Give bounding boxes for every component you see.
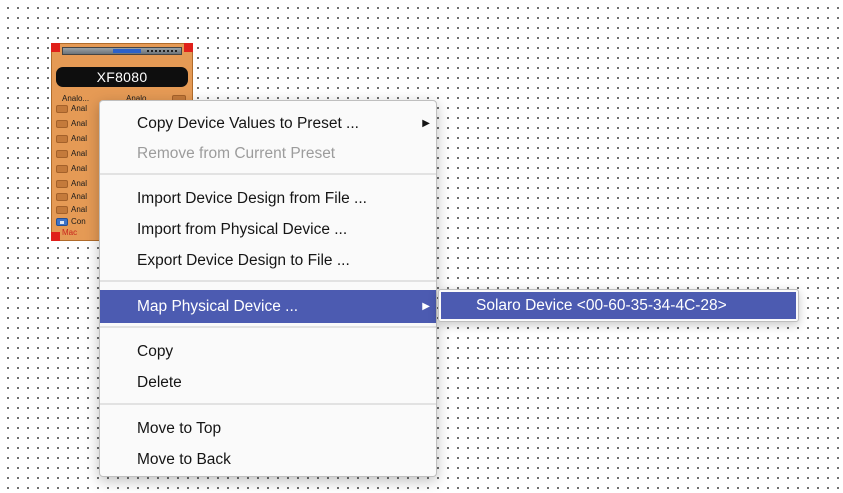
menu-separator xyxy=(100,173,436,175)
menu-item-import-from-physical[interactable]: Import from Physical Device ... xyxy=(100,215,436,245)
menu-item-export-to-file[interactable]: Export Device Design to File ... xyxy=(100,246,436,276)
input-port[interactable]: Anal xyxy=(56,119,87,128)
menu-item-map-physical-device[interactable]: Map Physical Device ... ▶ xyxy=(100,290,436,323)
device-thumbnail xyxy=(62,47,182,55)
control-port-icon xyxy=(56,217,68,226)
port-connector-icon xyxy=(56,119,68,128)
input-port[interactable]: Anal xyxy=(56,179,87,188)
menu-item-label: Move to Back xyxy=(137,451,231,468)
menu-item-remove-from-preset: Remove from Current Preset xyxy=(100,139,436,169)
port-connector-icon xyxy=(56,179,68,188)
menu-item-copy-to-preset[interactable]: Copy Device Values to Preset ... ▶ xyxy=(100,109,436,139)
port-label: Anal xyxy=(71,179,88,188)
port-connector-icon xyxy=(56,192,68,201)
port-label: Anal xyxy=(71,149,88,158)
menu-item-label: Export Device Design to File ... xyxy=(137,252,350,269)
port-connector-icon xyxy=(56,134,68,143)
input-port[interactable]: Anal xyxy=(56,205,87,214)
submenu-item-solaro-device[interactable]: Solaro Device <00-60-35-34-4C-28> xyxy=(441,292,796,319)
port-label: Anal xyxy=(71,104,88,113)
menu-item-delete[interactable]: Delete xyxy=(100,368,436,398)
port-connector-icon xyxy=(56,149,68,158)
device-thumbnail-display xyxy=(113,49,141,53)
port-label: Anal xyxy=(71,205,88,214)
menu-separator xyxy=(100,280,436,282)
menu-item-label: Import from Physical Device ... xyxy=(137,221,348,238)
port-label: Con xyxy=(71,217,86,226)
menu-item-import-from-file[interactable]: Import Device Design from File ... xyxy=(100,184,436,214)
port-label: Anal xyxy=(71,134,88,143)
device-name-label: XF8080 xyxy=(56,67,188,87)
top-port-1[interactable]: Analo... xyxy=(62,94,89,103)
port-connector-icon xyxy=(56,205,68,214)
menu-item-move-to-back[interactable]: Move to Back xyxy=(100,445,436,475)
input-port[interactable]: Anal xyxy=(56,192,87,201)
menu-item-move-to-top[interactable]: Move to Top xyxy=(100,414,436,444)
map-physical-device-submenu: Solaro Device <00-60-35-34-4C-28> xyxy=(438,289,799,322)
menu-item-label: Remove from Current Preset xyxy=(137,145,336,162)
context-menu: Copy Device Values to Preset ... ▶ Remov… xyxy=(99,100,437,477)
submenu-arrow-icon: ▶ xyxy=(422,118,430,129)
selection-handle-bottom-left[interactable] xyxy=(51,232,60,241)
submenu-arrow-icon: ▶ xyxy=(422,301,430,312)
device-thumbnail-vents xyxy=(147,50,177,52)
selection-handle-top-right[interactable] xyxy=(184,43,193,52)
menu-item-label: Import Device Design from File ... xyxy=(137,190,367,207)
selection-handle-top-left[interactable] xyxy=(51,43,60,52)
input-port[interactable]: Anal xyxy=(56,149,87,158)
menu-item-label: Copy Device Values to Preset ... xyxy=(137,115,359,132)
menu-separator xyxy=(100,326,436,328)
menu-item-label: Move to Top xyxy=(137,420,222,437)
control-port[interactable]: Con xyxy=(56,217,86,226)
menu-item-label: Map Physical Device ... xyxy=(137,298,299,315)
menu-separator xyxy=(100,403,436,405)
menu-item-copy[interactable]: Copy xyxy=(100,337,436,367)
port-label: Anal xyxy=(71,119,88,128)
port-connector-icon xyxy=(56,164,68,173)
port-label: Anal xyxy=(71,192,88,201)
input-port[interactable]: Anal xyxy=(56,164,87,173)
port-label: Anal xyxy=(71,164,88,173)
menu-item-label: Copy xyxy=(137,343,174,360)
input-port[interactable]: Anal xyxy=(56,104,87,113)
mac-label: Mac xyxy=(62,228,78,237)
input-port[interactable]: Anal xyxy=(56,134,87,143)
port-connector-icon xyxy=(56,104,68,113)
port-label: Analo... xyxy=(62,94,90,103)
menu-item-label: Delete xyxy=(137,374,182,391)
